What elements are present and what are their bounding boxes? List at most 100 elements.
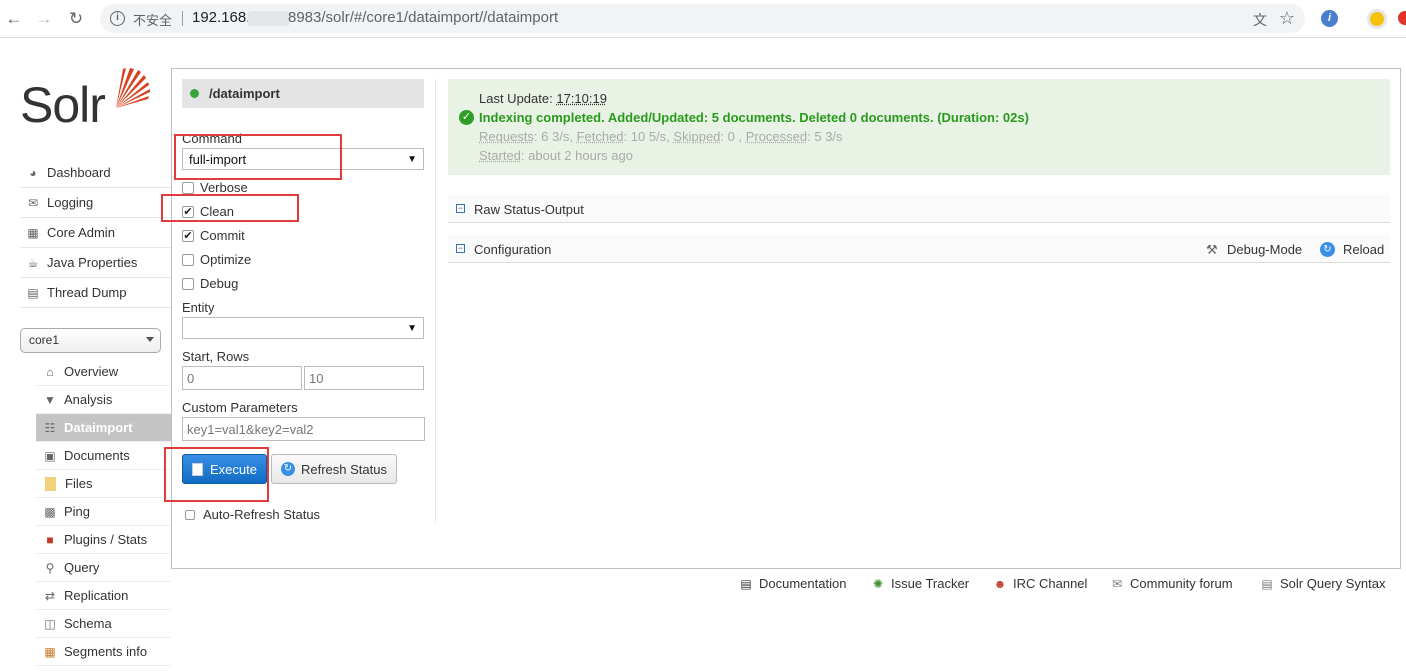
- url-host: 192.168.: [192, 9, 250, 26]
- debug-checkbox[interactable]: [182, 278, 194, 290]
- refresh-status-button[interactable]: ↻ Refresh Status: [271, 454, 397, 484]
- files-icon: [45, 477, 56, 491]
- status-dot-icon: [190, 89, 199, 98]
- core-menu-item-documents[interactable]: ▣ Documents: [36, 442, 171, 470]
- schema-icon: ◫: [42, 617, 58, 631]
- core-menu-label: Replication: [64, 588, 128, 603]
- core-menu-item-replication[interactable]: ⇄ Replication: [36, 582, 171, 610]
- menu-item-java-properties[interactable]: ☕ Java Properties: [20, 248, 171, 278]
- overview-icon: ⌂: [42, 365, 58, 379]
- core-menu-label: Overview: [64, 364, 118, 379]
- thread-dump-icon: ▤: [25, 286, 41, 300]
- core-menu-item-segments[interactable]: ▦ Segments info: [36, 638, 171, 666]
- annotation-box-execute: [164, 447, 269, 502]
- import-status-panel: Last Update: 17:10:19 ✓ Indexing complet…: [448, 79, 1390, 175]
- menu-item-logging[interactable]: ✉ Logging: [20, 188, 171, 218]
- commit-option[interactable]: ✔ Commit: [182, 228, 245, 243]
- verbose-option[interactable]: Verbose: [182, 180, 248, 195]
- documentation-icon: ▤: [739, 577, 753, 591]
- extension-icon[interactable]: i: [1321, 10, 1338, 27]
- footer-irc-channel[interactable]: ☻ IRC Channel: [993, 576, 1087, 591]
- configuration-section[interactable]: − Configuration ⚒ Debug-Mode ↻ Reload: [448, 235, 1390, 263]
- solr-logo[interactable]: Solr: [20, 66, 155, 136]
- started-line: Started: about 2 hours ago: [479, 148, 633, 163]
- annotation-box-command: [174, 134, 342, 180]
- handler-header[interactable]: /dataimport: [182, 79, 424, 108]
- custom-params-label: Custom Parameters: [182, 400, 298, 415]
- translate-icon[interactable]: 文: [1253, 10, 1267, 30]
- commit-checkbox[interactable]: ✔: [182, 230, 194, 242]
- processed-value: : 5 3/s: [807, 129, 842, 144]
- menu-item-core-admin[interactable]: ▦ Core Admin: [20, 218, 171, 248]
- bookmark-star-icon[interactable]: ☆: [1279, 8, 1295, 29]
- extension-red-icon[interactable]: [1398, 11, 1406, 25]
- footer-issue-tracker[interactable]: ✺ Issue Tracker: [871, 576, 969, 591]
- core-menu-item-schema[interactable]: ◫ Schema: [36, 610, 171, 638]
- auto-refresh-checkbox[interactable]: [185, 510, 195, 520]
- refresh-icon: ↻: [281, 462, 295, 476]
- reload-button[interactable]: ↻ Reload: [1320, 242, 1384, 257]
- core-menu-label: Query: [64, 560, 99, 575]
- requests-label: Requests: [479, 129, 534, 144]
- sun-logo-icon: [108, 66, 152, 110]
- replication-icon: ⇄: [42, 589, 58, 603]
- logging-icon: ✉: [25, 196, 41, 210]
- redacted-ip: [248, 11, 290, 26]
- core-menu-label: Ping: [64, 504, 90, 519]
- footer-label: Documentation: [759, 576, 846, 591]
- menu-label: Java Properties: [47, 255, 137, 270]
- core-menu-item-files[interactable]: Files: [36, 470, 171, 498]
- forward-icon[interactable]: →: [34, 9, 54, 29]
- debug-option[interactable]: Debug: [182, 276, 238, 291]
- core-selector[interactable]: core1: [20, 328, 161, 353]
- back-icon[interactable]: ←: [4, 9, 24, 29]
- last-update-time: 17:10:19: [556, 91, 607, 106]
- menu-item-thread-dump[interactable]: ▤ Thread Dump: [20, 278, 171, 308]
- fetched-label: Fetched: [577, 129, 624, 144]
- address-bar[interactable]: i 不安全 192.168. 8983/solr/#/core1/dataimp…: [100, 4, 1305, 33]
- entity-select[interactable]: ▼: [182, 317, 424, 339]
- optimize-option[interactable]: Optimize: [182, 252, 251, 267]
- debug-mode-button[interactable]: ⚒ Debug-Mode: [1206, 242, 1302, 257]
- security-label: 不安全: [133, 10, 172, 29]
- custom-params-input[interactable]: [182, 417, 425, 441]
- segments-icon: ▦: [42, 645, 58, 659]
- mail-icon: ✉: [1110, 577, 1124, 591]
- emoji-extension-icon[interactable]: [1367, 9, 1387, 29]
- rows-input[interactable]: [304, 366, 424, 390]
- core-admin-icon: ▦: [25, 226, 41, 240]
- java-properties-icon: ☕: [25, 256, 41, 270]
- reload-page-icon[interactable]: ↻: [66, 9, 86, 29]
- configuration-label: Configuration: [474, 242, 551, 257]
- documents-icon: ▣: [42, 449, 58, 463]
- footer-community-forum[interactable]: ✉ Community forum: [1110, 576, 1233, 591]
- annotation-box-clean: [161, 194, 299, 222]
- core-menu-item-plugins[interactable]: ■ Plugins / Stats: [36, 526, 171, 554]
- core-menu-item-analysis[interactable]: ▼ Analysis: [36, 386, 171, 414]
- core-menu-item-query[interactable]: ⚲ Query: [36, 554, 171, 582]
- start-input[interactable]: [182, 366, 302, 390]
- auto-refresh-option[interactable]: Auto-Refresh Status: [185, 507, 320, 522]
- footer-documentation[interactable]: ▤ Documentation: [739, 576, 846, 591]
- core-menu-item-overview[interactable]: ⌂ Overview: [36, 358, 171, 386]
- processed-label: Processed: [746, 129, 807, 144]
- core-menu-item-ping[interactable]: ▩ Ping: [36, 498, 171, 526]
- started-value: : about 2 hours ago: [521, 148, 633, 163]
- footer-label: Community forum: [1130, 576, 1233, 591]
- query-syntax-icon: ▤: [1260, 577, 1274, 591]
- last-update-line: Last Update: 17:10:19: [479, 91, 607, 106]
- dashboard-icon: ◕: [25, 166, 41, 180]
- core-menu-item-dataimport[interactable]: ☷ Dataimport: [36, 414, 171, 442]
- debug-mode-label: Debug-Mode: [1227, 242, 1302, 257]
- status-message: Indexing completed. Added/Updated: 5 doc…: [479, 110, 1029, 125]
- info-icon[interactable]: i: [110, 11, 125, 26]
- reload-icon: ↻: [1320, 242, 1335, 257]
- analysis-icon: ▼: [42, 393, 58, 407]
- footer-solr-query-syntax[interactable]: ▤ Solr Query Syntax: [1260, 576, 1386, 591]
- footer-label: Issue Tracker: [891, 576, 969, 591]
- raw-status-section[interactable]: − Raw Status-Output: [448, 195, 1390, 223]
- optimize-checkbox[interactable]: [182, 254, 194, 266]
- menu-label: Thread Dump: [47, 285, 126, 300]
- verbose-checkbox[interactable]: [182, 182, 194, 194]
- menu-item-dashboard[interactable]: ◕ Dashboard: [20, 158, 171, 188]
